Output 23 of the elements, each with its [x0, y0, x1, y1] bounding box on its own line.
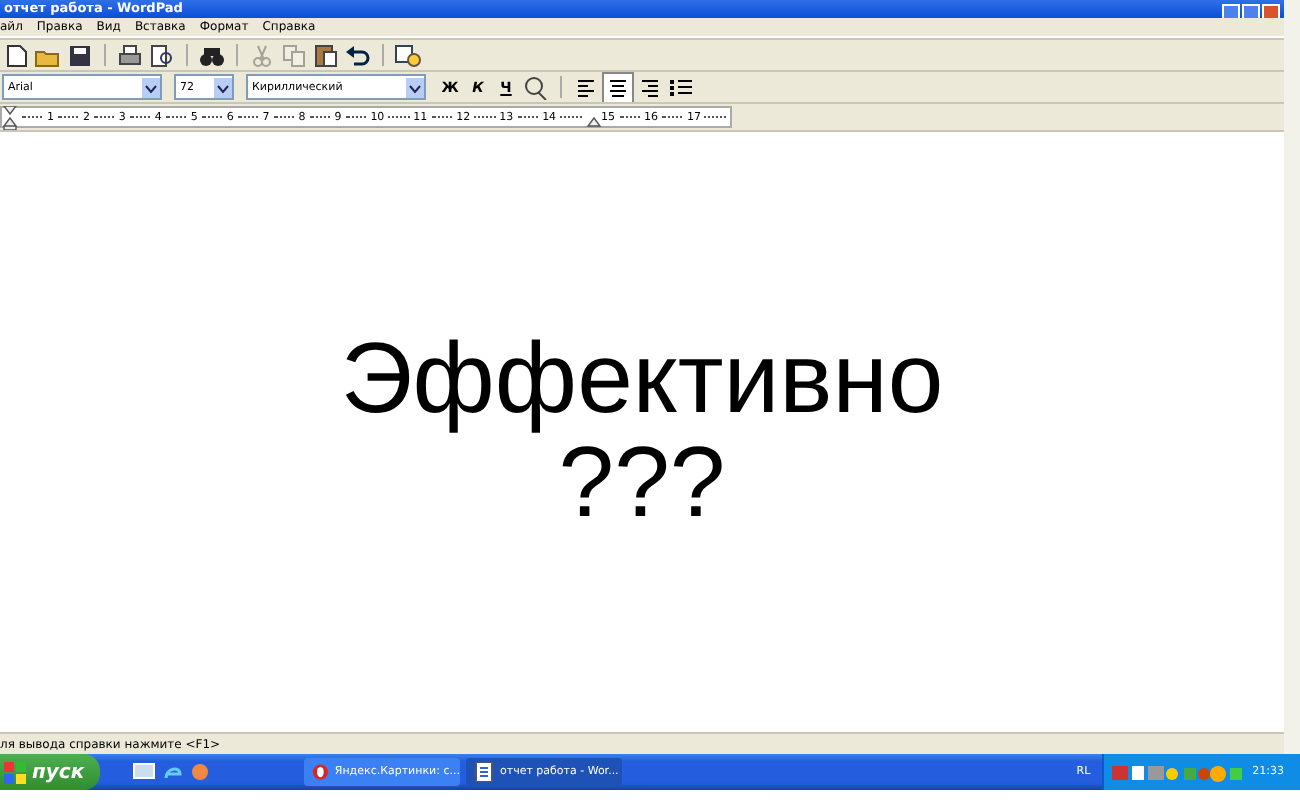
document-text: Эффективно — [340, 326, 944, 430]
maximize-button[interactable] — [1242, 4, 1260, 18]
document-text: ??? — [558, 430, 726, 534]
tray-icons-drawing[interactable] — [1112, 761, 1245, 783]
minimize-button[interactable] — [1222, 4, 1240, 18]
align-right-icon — [638, 75, 662, 99]
magnifier-page-icon[interactable] — [148, 43, 176, 67]
undo-icon[interactable] — [344, 43, 372, 67]
close-button[interactable] — [1262, 4, 1280, 18]
windows-logo-icon — [4, 761, 26, 783]
binoculars-icon[interactable] — [198, 43, 226, 67]
ring-icon — [312, 762, 329, 782]
document-icon — [474, 762, 494, 782]
desktop-icon[interactable] — [132, 760, 156, 784]
indent-marker-icon[interactable] — [2, 105, 18, 129]
calendar-clock-icon[interactable] — [394, 43, 422, 67]
clipboard-icon[interactable] — [312, 43, 340, 67]
page-icon[interactable] — [2, 43, 30, 67]
align-center-icon — [606, 75, 630, 99]
bullet-list-icon[interactable] — [668, 75, 696, 99]
printer-icon[interactable] — [116, 43, 144, 67]
align-left-icon — [574, 75, 598, 99]
align-center-button[interactable] — [604, 73, 632, 101]
